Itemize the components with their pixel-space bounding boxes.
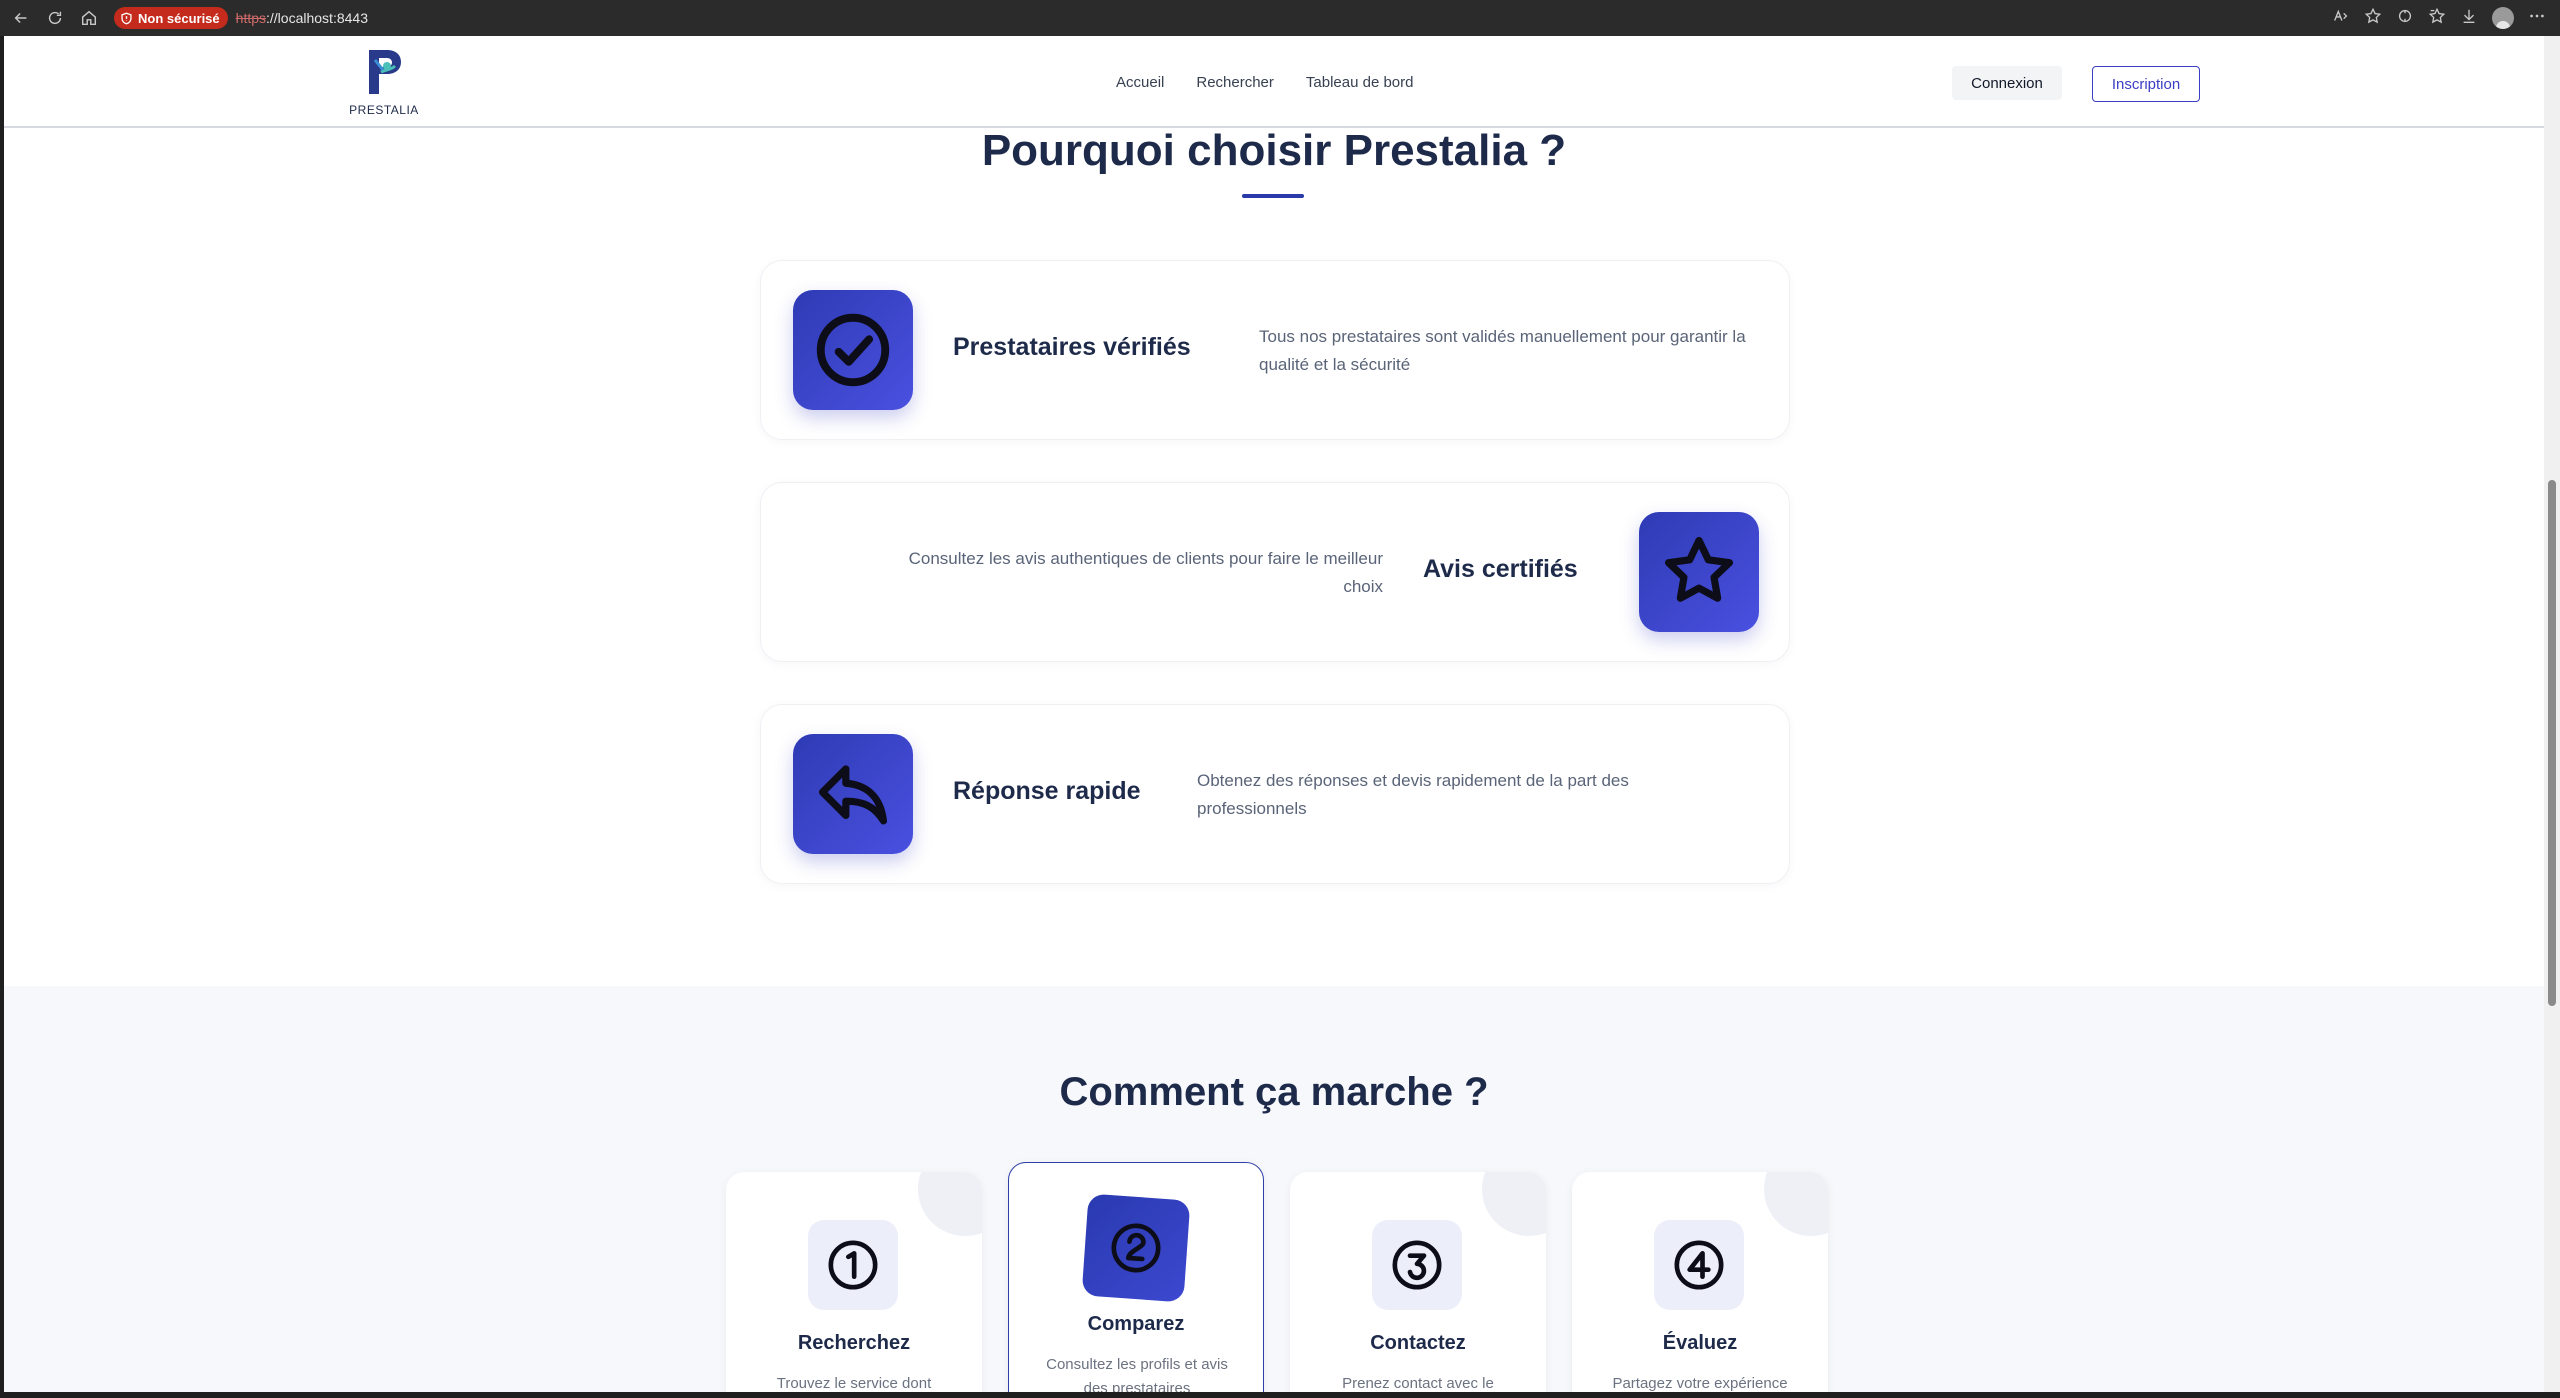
number-1-icon	[808, 1220, 898, 1310]
url-scheme: https	[235, 10, 267, 26]
back-icon[interactable]	[8, 5, 34, 31]
step-description: Trouvez le service dont	[776, 1375, 932, 1392]
security-label: Non sécurisé	[138, 10, 220, 26]
page-viewport: Pourquoi choisir Prestalia ? Prestataire…	[4, 36, 2544, 1392]
read-aloud-icon[interactable]	[2332, 7, 2350, 30]
browser-toolbar: Non sécurisé https://localhost:8443	[0, 0, 2560, 36]
page-scrollbar[interactable]	[2544, 36, 2560, 1392]
nav-link-dashboard[interactable]: Tableau de bord	[1306, 74, 1414, 91]
step-title: Évaluez	[1662, 1332, 1738, 1354]
number-2-icon	[1081, 1193, 1191, 1303]
downloads-icon[interactable]	[2460, 7, 2478, 30]
number-4-icon	[1654, 1220, 1744, 1310]
number-3-icon	[1372, 1220, 1462, 1310]
feature-description: Tous nos prestataires sont validés manue…	[1259, 327, 1746, 374]
step-description: Prenez contact avec le	[1342, 1375, 1494, 1392]
address-bar[interactable]: https://localhost:8443	[236, 10, 368, 26]
favorite-star-icon[interactable]	[2364, 7, 2382, 30]
site-header: PRESTALIA Accueil Rechercher Tableau de …	[4, 36, 2544, 128]
shield-warning-icon	[121, 12, 132, 24]
check-circle-icon	[793, 290, 913, 410]
decorative-circle	[918, 1172, 982, 1236]
feature-title: Avis certifiés	[1423, 555, 1578, 583]
decorative-circle	[1764, 1172, 1828, 1236]
logo-wordmark: PRESTALIA	[349, 103, 419, 117]
how-section-title: Comment ça marche ?	[1059, 1070, 1489, 1114]
step-card-search[interactable]: Recherchez Trouvez le service dont	[726, 1172, 982, 1392]
feature-description: Consultez les avis authentiques de clien…	[908, 549, 1383, 596]
star-icon	[1639, 512, 1759, 632]
more-menu-icon[interactable]	[2528, 7, 2546, 30]
step-title: Recherchez	[797, 1332, 911, 1354]
step-description: Partagez votre expérience	[1612, 1375, 1788, 1392]
main-navigation: Accueil Rechercher Tableau de bord	[1116, 74, 1414, 91]
how-it-works-section	[4, 986, 2544, 1392]
home-icon[interactable]	[76, 5, 102, 31]
login-button[interactable]: Connexion	[1952, 66, 2062, 100]
step-title: Comparez	[1087, 1313, 1185, 1335]
collections-icon[interactable]	[2428, 7, 2446, 30]
prestalia-logo-icon	[369, 50, 401, 94]
step-card-review[interactable]: Évaluez Partagez votre expérience	[1572, 1172, 1828, 1392]
feature-description: Obtenez des réponses et devis rapidement…	[1197, 771, 1629, 818]
nav-link-home[interactable]: Accueil	[1116, 74, 1164, 91]
step-title: Contactez	[1370, 1332, 1466, 1354]
feature-card-verified: Prestataires vérifiés Tous nos prestatai…	[760, 260, 1790, 440]
url-host: ://localhost:8443	[266, 10, 368, 26]
decorative-circle	[1482, 1172, 1546, 1236]
refresh-icon[interactable]	[42, 5, 68, 31]
site-logo[interactable]: PRESTALIA	[344, 46, 424, 117]
why-section-title: Pourquoi choisir Prestalia ?	[981, 126, 1567, 175]
feature-title: Prestataires vérifiés	[953, 333, 1191, 361]
title-underline	[1242, 194, 1304, 198]
feature-title: Réponse rapide	[953, 777, 1141, 805]
feature-card-reviews: Consultez les avis authentiques de clien…	[760, 482, 1790, 662]
step-card-compare[interactable]: Comparez Consultez les profils et avis d…	[1008, 1162, 1264, 1392]
reply-icon	[793, 734, 913, 854]
step-card-contact[interactable]: Contactez Prenez contact avec le	[1290, 1172, 1546, 1392]
feature-card-fast-reply: Réponse rapide Obtenez des réponses et d…	[760, 704, 1790, 884]
extensions-icon[interactable]	[2396, 7, 2414, 30]
nav-link-search[interactable]: Rechercher	[1196, 74, 1274, 91]
profile-avatar[interactable]	[2492, 7, 2514, 29]
scrollbar-thumb[interactable]	[2548, 480, 2556, 1006]
step-description: Consultez les profils et avis des presta…	[1046, 1356, 1228, 1392]
security-warning-badge[interactable]: Non sécurisé	[114, 7, 228, 29]
signup-button[interactable]: Inscription	[2092, 66, 2200, 102]
